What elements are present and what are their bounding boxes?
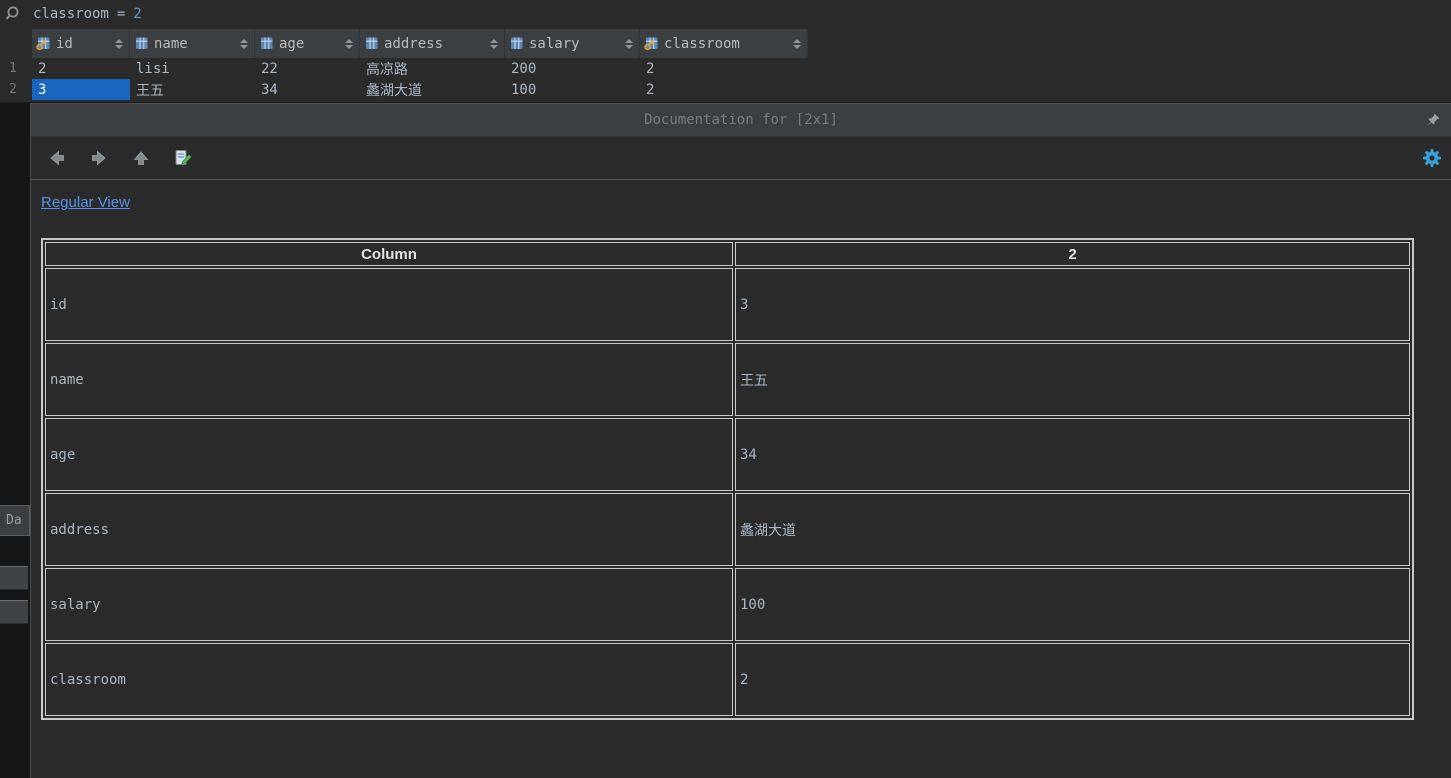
column-header-label: address [384,36,443,52]
grid-cell-address[interactable]: 高凉路 [360,58,505,79]
table-row: id 3 [45,268,1410,341]
grid-cell-age[interactable]: 22 [255,58,360,79]
doc-field-value: 3 [735,268,1410,341]
filter-field: classroom [33,6,109,22]
doc-field-value: 34 [735,418,1410,491]
forward-icon [89,148,109,168]
doc-table-header-column: Column [45,242,733,266]
grid-cell-age[interactable]: 34 [255,79,360,100]
sort-icon [490,39,498,49]
grid-cell-salary[interactable]: 200 [505,58,640,79]
key-column-icon [36,36,51,51]
row-number-gutter-header [0,29,32,58]
documentation-toolbar [31,137,1451,180]
grid-cell-salary[interactable]: 100 [505,79,640,100]
search-icon [5,5,23,23]
doc-field-value: 蠡湖大道 [735,493,1410,566]
settings-gear-icon[interactable] [1421,147,1443,173]
doc-field-value: 2 [735,643,1410,716]
documentation-panel: Documentation for [2x1] [30,103,1451,778]
doc-field-name: age [45,418,733,491]
table-row: 1 2 lisi 22 高凉路 200 2 [0,58,808,79]
doc-field-name: classroom [45,643,733,716]
sort-icon [793,39,801,49]
grid-cell-name[interactable]: 王五 [130,79,255,100]
column-header-label: salary [529,36,580,52]
data-grid: classroom = 2 id [0,0,1451,103]
doc-field-name: id [45,268,733,341]
table-row: address 蠡湖大道 [45,493,1410,566]
grid-body: 1 2 lisi 22 高凉路 200 2 2 3 王五 34 蠡湖大道 100… [0,58,808,100]
filter-bar[interactable]: classroom = 2 [0,0,1451,27]
up-icon [131,148,151,168]
row-number[interactable]: 1 [0,58,32,79]
documentation-title: Documentation for [2x1] [644,112,838,128]
table-header-row: Column 2 [45,242,1410,266]
tool-stripe-button[interactable] [0,566,28,590]
up-button[interactable] [130,147,152,169]
doc-field-value: 100 [735,568,1410,641]
sort-icon [240,39,248,49]
grid-header-row: id name age [0,29,808,58]
regular-view-link[interactable]: Regular View [41,194,130,211]
column-header-label: age [279,36,304,52]
grid-cell-id-selected[interactable]: 3 [32,79,130,100]
column-header-label: id [56,36,73,52]
tool-window-tab-label: Da [6,513,22,528]
doc-field-name: address [45,493,733,566]
app-window: classroom = 2 id [0,0,1451,778]
documentation-title-bar[interactable]: Documentation for [2x1] [31,104,1451,137]
doc-table-header-value: 2 [735,242,1410,266]
column-header-label: classroom [664,36,740,52]
tool-stripe-button[interactable] [0,600,28,624]
key-column-icon [644,36,659,51]
grid-cell-name[interactable]: lisi [130,58,255,79]
column-header-age[interactable]: age [255,29,360,58]
pin-icon[interactable] [1425,112,1441,132]
table-row: name 王五 [45,343,1410,416]
table-row: 2 3 王五 34 蠡湖大道 100 2 [0,79,808,100]
column-icon [509,36,524,51]
column-icon [259,36,274,51]
doc-field-name: salary [45,568,733,641]
forward-button[interactable] [88,147,110,169]
grid-cell-address[interactable]: 蠡湖大道 [360,79,505,100]
grid-cell-classroom[interactable]: 2 [640,79,808,100]
doc-field-value: 王五 [735,343,1410,416]
doc-field-name: name [45,343,733,416]
edit-source-icon [173,148,193,168]
tool-window-tab-database[interactable]: Da [0,505,30,536]
column-header-address[interactable]: address [360,29,505,58]
table-row: age 34 [45,418,1410,491]
row-number[interactable]: 2 [0,79,32,100]
left-tool-stripe: Da [0,103,30,778]
column-header-salary[interactable]: salary [505,29,640,58]
column-header-label: name [154,36,188,52]
filter-value: 2 [133,6,141,22]
table-row: salary 100 [45,568,1410,641]
back-icon [47,148,67,168]
sort-icon [115,39,123,49]
sort-icon [345,39,353,49]
table-row: classroom 2 [45,643,1410,716]
filter-operator: = [117,6,125,22]
column-header-classroom[interactable]: classroom [640,29,808,58]
column-header-id[interactable]: id [32,29,130,58]
back-button[interactable] [46,147,68,169]
column-header-name[interactable]: name [130,29,255,58]
documentation-content: Regular View Column 2 id 3 name 王五 age 3… [31,180,1451,720]
documentation-table: Column 2 id 3 name 王五 age 34 address 蠡 [41,238,1414,720]
column-icon [364,36,379,51]
edit-source-button[interactable] [172,147,194,169]
column-icon [134,36,149,51]
grid-cell-id[interactable]: 2 [32,58,130,79]
sort-icon [625,39,633,49]
grid-cell-classroom[interactable]: 2 [640,58,808,79]
